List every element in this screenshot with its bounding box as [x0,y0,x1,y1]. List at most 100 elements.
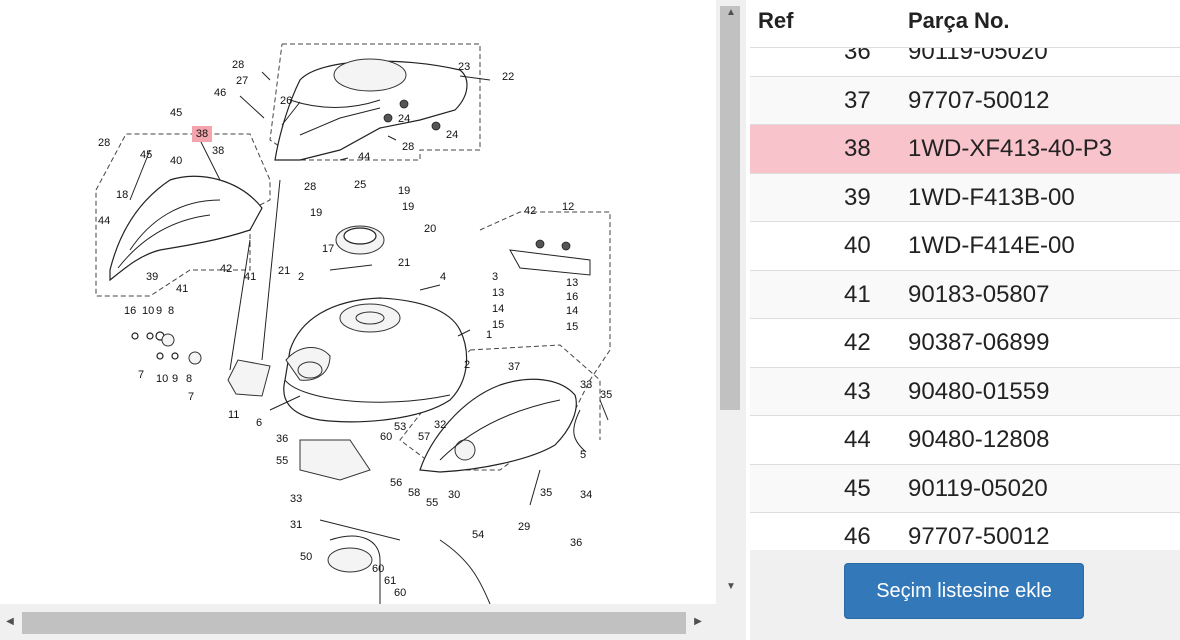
callout-label[interactable]: 37 [508,361,520,373]
column-header-part-number[interactable]: Parça No. [908,8,1010,34]
callout-label[interactable]: 8 [186,373,192,385]
callout-label[interactable]: 15 [492,319,504,331]
callout-label[interactable]: 45 [170,107,182,119]
callout-label[interactable]: 24 [446,129,458,141]
callout-label[interactable]: 19 [310,207,322,219]
callout-label[interactable]: 40 [170,155,182,167]
table-row[interactable]: 44 90480-12808 [750,415,1180,464]
diagram-horizontal-scrollbar[interactable]: ◀ ▶ [0,604,716,640]
callout-label[interactable]: 4 [440,271,446,283]
callout-label[interactable]: 10 [156,373,168,385]
callout-label[interactable]: 29 [518,521,530,533]
callout-label[interactable]: 33 [580,379,592,391]
callout-label[interactable]: 16 [124,305,136,317]
callout-label[interactable]: 9 [172,373,178,385]
vertical-scroll-thumb[interactable] [720,6,740,410]
callout-label[interactable]: 50 [300,551,312,563]
callout-label[interactable]: 13 [492,287,504,299]
callout-label[interactable]: 9 [156,305,162,317]
table-row[interactable]: 37 97707-50012 [750,75,1180,124]
callout-label[interactable]: 42 [524,205,536,217]
scroll-right-arrow-icon[interactable]: ▶ [690,614,706,630]
callout-label[interactable]: 30 [448,489,460,501]
callout-label[interactable]: 44 [358,151,370,163]
callout-label[interactable]: 58 [408,487,420,499]
callout-label[interactable]: 14 [566,305,578,317]
horizontal-scroll-thumb[interactable] [22,612,686,634]
callout-label[interactable]: 13 [566,277,578,289]
callout-label[interactable]: 11 [228,409,239,421]
callout-label[interactable]: 6 [256,417,262,429]
table-row[interactable]: 43 90480-01559 [750,366,1180,415]
table-row[interactable]: 45 90119-05020 [750,463,1180,512]
callout-label[interactable]: 46 [214,87,226,99]
callout-label[interactable]: 41 [244,271,256,283]
parts-table-body[interactable]: 36 90119-05020 37 97707-50012 38 1WD-XF413-40… [750,27,1180,561]
callout-label[interactable]: 12 [562,201,574,213]
callout-label[interactable]: 24 [398,113,410,125]
callout-38-highlight[interactable]: 38 [192,126,212,142]
callout-label[interactable]: 55 [426,497,438,509]
callout-label[interactable]: 61 [384,575,396,587]
callout-label[interactable]: 20 [424,223,436,235]
callout-label[interactable]: 21 [398,257,410,269]
scroll-up-arrow-icon[interactable]: ▲ [722,4,740,22]
callout-label[interactable]: 56 [390,477,402,489]
callout-label[interactable]: 10 [142,305,154,317]
callout-label[interactable]: 2 [464,359,470,371]
callout-label[interactable]: 55 [276,455,288,467]
callout-label[interactable]: 7 [138,369,144,381]
callout-label[interactable]: 19 [398,185,410,197]
callout-label[interactable]: 28 [402,141,414,153]
callout-label[interactable]: 41 [176,283,188,295]
callout-label[interactable]: 14 [492,303,504,315]
callout-label[interactable]: 19 [402,201,414,213]
callout-label[interactable]: 60 [380,431,392,443]
callout-label[interactable]: 38 [212,145,224,157]
callout-label[interactable]: 54 [472,529,484,541]
callout-label[interactable]: 17 [322,243,334,255]
callout-label[interactable]: 36 [276,433,288,445]
callout-label[interactable]: 33 [290,493,302,505]
table-row[interactable]: 38 1WD-XF413-40-P3 [750,124,1180,173]
callout-label[interactable]: 35 [600,389,612,401]
callout-label[interactable]: 2 [298,271,304,283]
callout-label[interactable]: 60 [372,563,384,575]
callout-label[interactable]: 26 [280,95,292,107]
callout-label[interactable]: 39 [146,271,158,283]
callout-label[interactable]: 28 [304,181,316,193]
callout-label[interactable]: 31 [290,519,302,531]
callout-label[interactable]: 57 [418,431,430,443]
callout-label[interactable]: 1 [486,329,492,341]
callout-label[interactable]: 3 [492,271,498,283]
callout-label[interactable]: 36 [570,537,582,549]
table-row[interactable]: 40 1WD-F414E-00 [750,221,1180,270]
table-row[interactable]: 39 1WD-F413B-00 [750,172,1180,221]
callout-label[interactable]: 5 [580,449,586,461]
callout-label[interactable]: 21 [278,265,290,277]
callout-label[interactable]: 25 [354,179,366,191]
callout-label[interactable]: 44 [98,215,110,227]
callout-label[interactable]: 60 [394,587,406,599]
callout-label[interactable]: 53 [394,421,406,433]
callout-label[interactable]: 8 [168,305,174,317]
callout-label[interactable]: 45 [140,149,152,161]
diagram-vertical-scrollbar[interactable] [716,0,746,604]
callout-label[interactable]: 7 [188,391,194,403]
callout-label[interactable]: 22 [502,71,514,83]
callout-label[interactable]: 18 [116,189,128,201]
column-header-ref[interactable]: Ref [758,8,793,34]
callout-label[interactable]: 34 [580,489,592,501]
callout-label[interactable]: 28 [98,137,110,149]
table-row[interactable]: 41 90183-05807 [750,269,1180,318]
add-to-selection-list-button[interactable]: Seçim listesine ekle [844,563,1084,619]
scroll-down-arrow-icon[interactable]: ▼ [722,578,740,596]
exploded-parts-diagram[interactable]: 28 27 26 23 22 24 24 28 45 38 46 28 45 4… [0,0,716,640]
callout-label[interactable]: 15 [566,321,578,333]
callout-label[interactable]: 16 [566,291,578,303]
table-row[interactable]: 42 90387-06899 [750,318,1180,367]
callout-label[interactable]: 27 [236,75,248,87]
callout-label[interactable]: 28 [232,59,244,71]
callout-label[interactable]: 42 [220,263,232,275]
callout-label[interactable]: 32 [434,419,446,431]
